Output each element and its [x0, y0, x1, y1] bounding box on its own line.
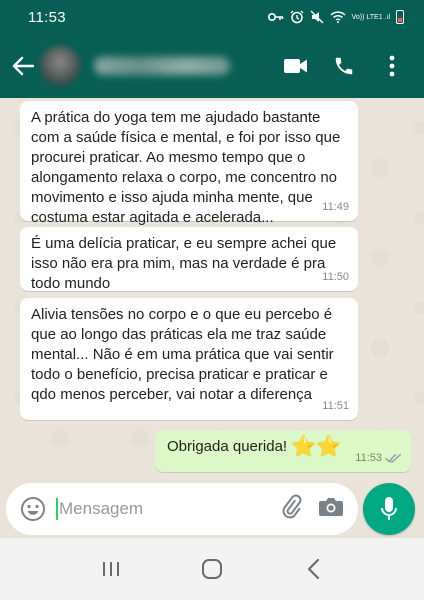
voice-message-button[interactable] [363, 483, 415, 535]
message-bubble-outgoing[interactable]: Obrigada querida! ⭐⭐ 11:53 [155, 430, 411, 472]
star-emoji: ⭐⭐ [291, 436, 342, 458]
message-bubble-incoming[interactable]: Alivia tensões no corpo e o que eu perce… [20, 298, 358, 420]
contact-name[interactable] [94, 57, 230, 75]
mute-icon [310, 10, 324, 24]
network-indicator: Vo)) LTE1 .ıl [351, 13, 390, 21]
composer-pill [6, 483, 358, 535]
message-text: É uma delícia praticar, e eu sempre ache… [31, 235, 337, 292]
video-call-icon [284, 59, 307, 73]
message-bubble-incoming[interactable]: A prática do yoga tem me ajudado bastant… [20, 101, 358, 226]
wifi-icon [330, 11, 346, 23]
read-receipt-icon [385, 453, 402, 463]
video-call-button[interactable] [272, 42, 320, 90]
message-time: 11:49 [322, 201, 349, 213]
status-icons: Vo)) LTE1 .ıl [267, 10, 404, 24]
chat-header [0, 34, 424, 98]
back-arrow-icon [12, 56, 34, 76]
message-bubble-incoming[interactable]: É uma delícia praticar, e eu sempre ache… [20, 227, 358, 292]
camera-icon [319, 497, 343, 516]
home-icon [201, 559, 222, 579]
system-back-button[interactable] [293, 549, 333, 589]
composer-bar [0, 480, 424, 538]
text-caret [56, 498, 58, 520]
recent-apps-icon [102, 562, 119, 576]
emoji-icon [21, 497, 45, 521]
message-time: 11:53 [355, 452, 382, 464]
avatar[interactable] [40, 46, 80, 86]
message-list[interactable]: A prática do yoga tem me ajudado bastant… [0, 98, 424, 480]
key-icon [267, 13, 283, 21]
status-time: 11:53 [28, 8, 66, 26]
back-arrow-button[interactable] [10, 53, 36, 79]
attach-button[interactable] [278, 494, 304, 525]
status-bar: 11:53 Vo)) LTE1 .ıl [0, 0, 424, 34]
system-nav-bar [0, 538, 424, 600]
camera-button[interactable] [318, 496, 344, 523]
alarm-icon [290, 10, 304, 24]
back-icon [308, 558, 320, 580]
message-input[interactable] [59, 499, 249, 519]
battery-icon [396, 10, 404, 24]
message-text: Alivia tensões no corpo e o que eu perce… [31, 306, 334, 403]
message-text: A prática do yoga tem me ajudado bastant… [31, 109, 341, 226]
more-options-button[interactable] [368, 42, 416, 90]
message-time: 11:51 [322, 400, 349, 412]
voice-call-icon [335, 57, 353, 75]
paperclip-icon [282, 494, 302, 518]
home-button[interactable] [192, 549, 232, 589]
message-time: 11:50 [322, 271, 349, 283]
message-text: Obrigada querida! [167, 438, 288, 455]
emoji-button[interactable] [16, 492, 50, 526]
recent-apps-button[interactable] [91, 549, 131, 589]
more-options-icon [389, 55, 395, 77]
voice-call-button[interactable] [320, 42, 368, 90]
microphone-icon [381, 497, 397, 520]
